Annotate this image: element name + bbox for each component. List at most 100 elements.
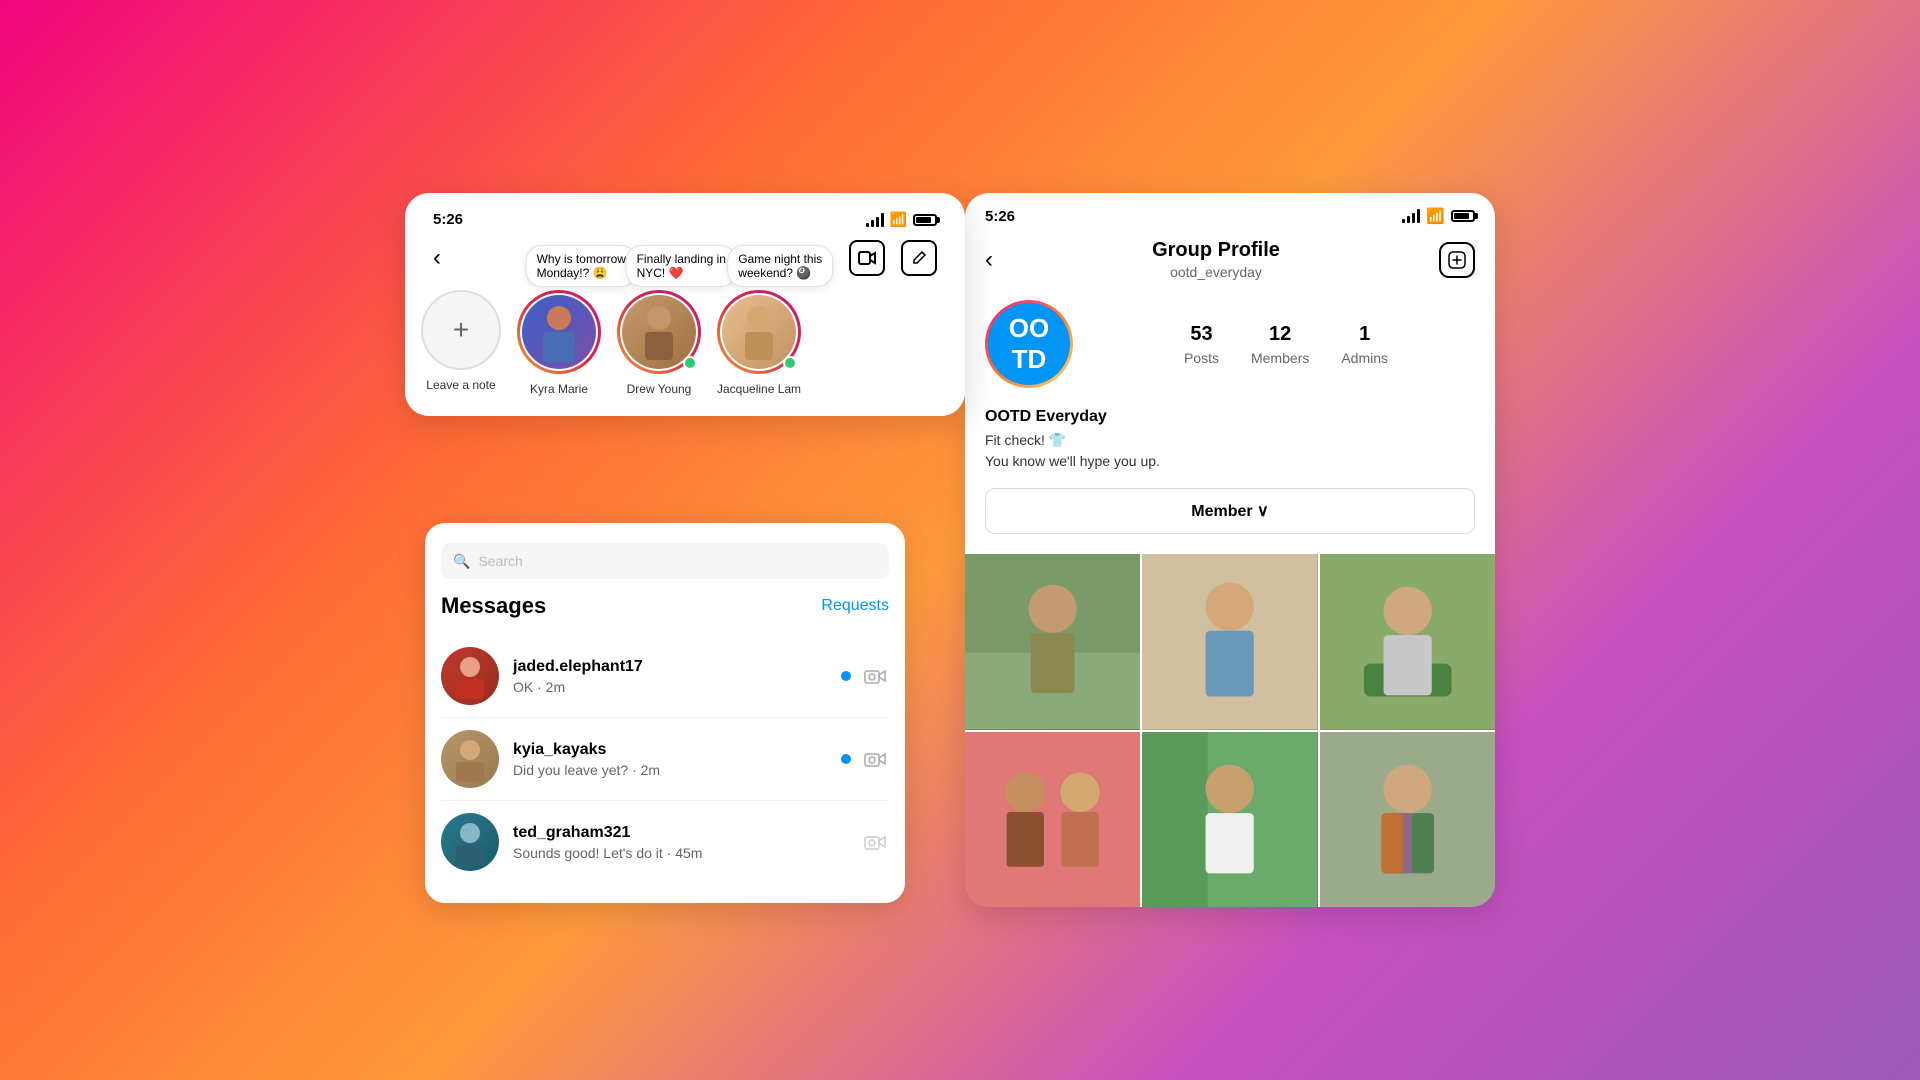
admins-label: Admins [1341,350,1388,366]
admins-count: 1 [1359,323,1370,346]
photo-5-image [1142,732,1317,907]
battery-icon [913,214,937,226]
add-icon: + [453,314,469,346]
jaded-avatar [441,647,499,705]
photo-cell-6[interactable] [1320,732,1495,907]
jaded-unread-dot [841,671,851,681]
story-item-jacqueline[interactable]: Game night thisweekend? 🎱 [717,290,801,396]
jaded-preview: OK · 2m [513,679,827,695]
message-item-jaded[interactable]: jaded.elephant17 OK · 2m [441,635,889,717]
bio-line-1: Fit check! 👕 [985,432,1066,448]
ted-preview: Sounds good! Let's do it · 45m [513,845,847,861]
kyra-avatar-image [537,302,581,362]
jacqueline-avatar-image [737,302,781,362]
member-button-label: Member ∨ [1191,501,1269,521]
jaded-actions [841,662,889,690]
group-title-wrap: Group Profile ootd_everyday [993,239,1439,280]
kyra-name: Kyra Marie [530,382,588,396]
posts-count: 53 [1190,323,1212,346]
photo-grid [965,554,1495,907]
stat-members: 12 Members [1251,323,1309,366]
signal-icon [866,213,884,227]
jacqueline-note: Game night thisweekend? 🎱 [727,245,833,287]
jaded-camera-icon[interactable] [861,662,889,690]
kyia-camera-icon[interactable] [861,745,889,773]
messages-panel: 🔍 Search Messages Requests jaded.elephan… [425,523,905,903]
jacqueline-online-indicator [783,356,797,370]
group-stats: 53 Posts 12 Members 1 Admins [1097,323,1475,366]
jacqueline-name: Jacqueline Lam [717,382,801,396]
search-icon: 🔍 [453,553,470,570]
signal-icon-right [1402,209,1420,223]
ted-camera-icon[interactable] [861,828,889,856]
members-label: Members [1251,350,1309,366]
stat-admins: 1 Admins [1341,323,1388,366]
notes-stories-panel: 5:26 📶 ‹ okay [405,193,965,416]
add-note-button[interactable]: + [421,290,501,370]
group-back-button[interactable]: ‹ [985,246,993,274]
group-bio-name: OOTD Everyday [985,408,1475,426]
drew-online-indicator [683,356,697,370]
photo-cell-5[interactable] [1142,732,1317,907]
compose-button[interactable] [901,240,937,276]
status-icons-left: 📶 [866,211,937,228]
status-bar-left: 5:26 📶 [421,211,949,240]
add-member-button[interactable] [1439,242,1475,278]
video-call-button[interactable] [849,240,885,276]
message-item-kyia[interactable]: kyia_kayaks Did you leave yet? · 2m [441,718,889,800]
group-title: Group Profile [993,239,1439,262]
time-left: 5:26 [433,211,463,228]
kyia-info: kyia_kayaks Did you leave yet? · 2m [513,741,827,778]
kyia-avatar [441,730,499,788]
status-icons-right: 📶 [1402,207,1475,225]
photo-2-image [1142,554,1317,729]
back-button[interactable]: ‹ [433,244,441,272]
members-count: 12 [1269,323,1291,346]
ted-username: ted_graham321 [513,824,847,842]
member-button[interactable]: Member ∨ [985,488,1475,534]
posts-label: Posts [1184,350,1219,366]
requests-link[interactable]: Requests [821,597,889,615]
story-item-drew[interactable]: Finally landing inNYC! ❤️ [617,290,701,396]
group-info: OO TD 53 Posts 12 Members 1 Admi [965,280,1495,408]
message-item-ted[interactable]: ted_graham321 Sounds good! Let's do it ·… [441,801,889,883]
drew-avatar-image [637,302,681,362]
group-bio: OOTD Everyday Fit check! 👕 You know we'l… [965,408,1495,488]
photo-3-image [1320,554,1495,729]
kyia-username: kyia_kayaks [513,741,827,759]
ted-actions [861,828,889,856]
stat-posts: 53 Posts [1184,323,1219,366]
group-header: ‹ Group Profile ootd_everyday [965,225,1495,280]
photo-cell-4[interactable] [965,732,1140,907]
photo-cell-3[interactable] [1320,554,1495,729]
left-phone: 5:26 📶 ‹ okay [425,193,905,903]
story-item-kyra[interactable]: Why is tomorrowMonday!? 😩 [517,290,601,396]
kyia-actions [841,745,889,773]
photo-6-image [1320,732,1495,907]
wifi-icon-right: 📶 [1426,207,1445,225]
group-subtitle: ootd_everyday [993,264,1439,280]
add-note-label: Leave a note [426,378,495,392]
messages-header: Messages Requests [441,593,889,619]
kyia-unread-dot [841,754,851,764]
photo-4-image [965,732,1140,907]
photo-1-image [965,554,1140,729]
messages-title: Messages [441,593,546,619]
photo-cell-1[interactable] [965,554,1140,729]
group-bio-text: Fit check! 👕 You know we'll hype you up. [985,430,1475,472]
group-profile-card: 5:26 📶 ‹ Grou [965,193,1495,907]
jaded-info: jaded.elephant17 OK · 2m [513,658,827,695]
jaded-username: jaded.elephant17 [513,658,827,676]
group-avatar-text-1: OO [1009,313,1049,344]
ted-avatar-image [452,819,488,865]
search-placeholder: Search [478,553,522,569]
story-item-add[interactable]: + Leave a note [421,290,501,396]
kyia-avatar-image [452,736,488,782]
kyra-avatar [522,295,596,369]
group-avatar-inner: OO TD [988,303,1070,385]
wifi-icon: 📶 [890,211,907,228]
photo-cell-2[interactable] [1142,554,1317,729]
ted-info: ted_graham321 Sounds good! Let's do it ·… [513,824,847,861]
time-right: 5:26 [985,208,1015,225]
search-bar[interactable]: 🔍 Search [441,543,889,579]
